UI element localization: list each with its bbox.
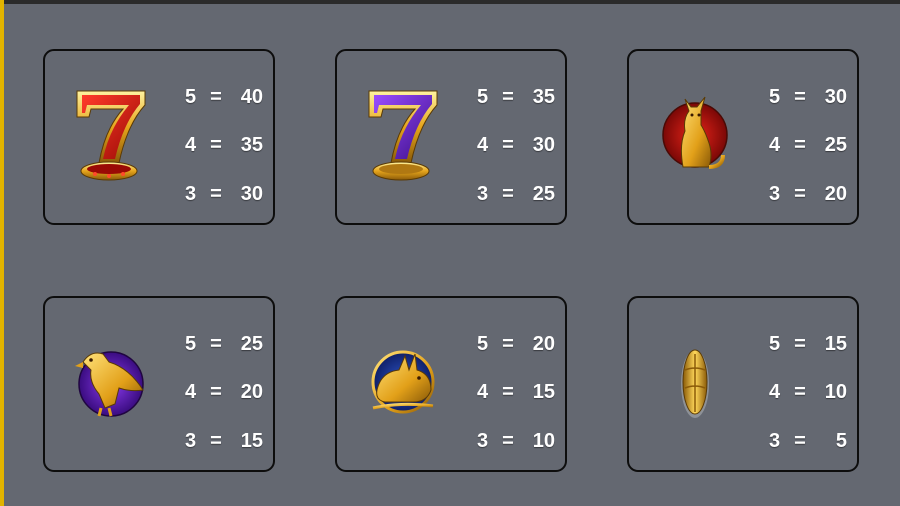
payout-row: 5 = 35 xyxy=(477,86,555,108)
scarab-icon xyxy=(653,332,737,432)
paytable-card-red-seven: 5 = 40 4 = 35 3 = 30 xyxy=(43,49,275,225)
payout-row: 5 = 25 xyxy=(185,333,263,355)
payout-row: 3 = 30 xyxy=(185,183,263,205)
red-seven-icon xyxy=(69,85,153,185)
falcon-icon xyxy=(69,332,153,432)
payout-row: 4 = 15 xyxy=(477,381,555,403)
payout-row: 5 = 20 xyxy=(477,333,555,355)
payout-row: 3 = 15 xyxy=(185,430,263,452)
payout-row: 3 = 5 xyxy=(769,430,847,452)
payout-row: 3 = 25 xyxy=(477,183,555,205)
rabbit-icon xyxy=(361,332,445,432)
purple-seven-icon xyxy=(361,85,445,185)
payout-row: 4 = 30 xyxy=(477,134,555,156)
paytable-card-rabbit: 5 = 20 4 = 15 3 = 10 xyxy=(335,296,567,472)
cat-icon xyxy=(653,85,737,185)
payout-row: 5 = 30 xyxy=(769,86,847,108)
payout-row: 4 = 25 xyxy=(769,134,847,156)
top-bar xyxy=(0,0,900,4)
payout-row: 4 = 20 xyxy=(185,381,263,403)
payout-row: 3 = 20 xyxy=(769,183,847,205)
left-accent-stripe xyxy=(0,0,4,506)
payout-row: 5 = 15 xyxy=(769,333,847,355)
paytable-card-cat: 5 = 30 4 = 25 3 = 20 xyxy=(627,49,859,225)
paytable-card-purple-seven: 5 = 35 4 = 30 3 = 25 xyxy=(335,49,567,225)
payout-row: 4 = 10 xyxy=(769,381,847,403)
paytable-card-scarab: 5 = 15 4 = 10 3 = 5 xyxy=(627,296,859,472)
payout-row: 5 = 40 xyxy=(185,86,263,108)
paytable-card-falcon: 5 = 25 4 = 20 3 = 15 xyxy=(43,296,275,472)
payout-row: 4 = 35 xyxy=(185,134,263,156)
payout-row: 3 = 10 xyxy=(477,430,555,452)
